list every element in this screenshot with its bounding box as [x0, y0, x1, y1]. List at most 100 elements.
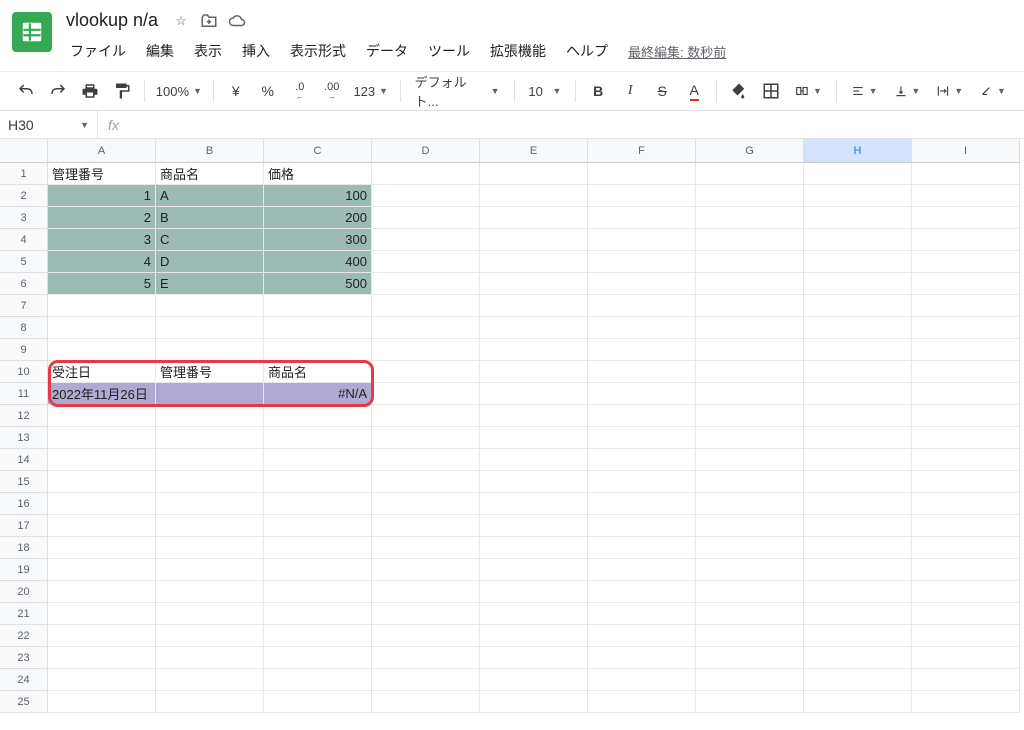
- cell[interactable]: [912, 647, 1020, 669]
- move-icon[interactable]: [200, 12, 218, 30]
- cell[interactable]: [912, 537, 1020, 559]
- cell[interactable]: [156, 691, 264, 713]
- cell[interactable]: [372, 515, 480, 537]
- print-button[interactable]: [76, 77, 104, 105]
- cell[interactable]: 500: [264, 273, 372, 295]
- row-header[interactable]: 25: [0, 691, 48, 713]
- row-header[interactable]: 4: [0, 229, 48, 251]
- cell[interactable]: [372, 581, 480, 603]
- row-header[interactable]: 12: [0, 405, 48, 427]
- cell[interactable]: [804, 229, 912, 251]
- cell[interactable]: 5: [48, 273, 156, 295]
- cell[interactable]: [588, 339, 696, 361]
- merge-cells-button[interactable]: ▼: [789, 77, 828, 105]
- cell[interactable]: [48, 581, 156, 603]
- cell[interactable]: [480, 669, 588, 691]
- cell[interactable]: [696, 449, 804, 471]
- cell[interactable]: [480, 295, 588, 317]
- cell[interactable]: [588, 317, 696, 339]
- cell[interactable]: [372, 559, 480, 581]
- row-header[interactable]: 24: [0, 669, 48, 691]
- row-header[interactable]: 13: [0, 427, 48, 449]
- cell[interactable]: 400: [264, 251, 372, 273]
- cell[interactable]: [264, 427, 372, 449]
- cell[interactable]: [48, 669, 156, 691]
- cell[interactable]: [372, 471, 480, 493]
- row-header[interactable]: 16: [0, 493, 48, 515]
- cell[interactable]: 価格: [264, 163, 372, 185]
- cell[interactable]: [156, 339, 264, 361]
- cell[interactable]: [156, 405, 264, 427]
- cell[interactable]: [588, 383, 696, 405]
- bold-button[interactable]: B: [584, 77, 612, 105]
- cell[interactable]: [696, 471, 804, 493]
- menu-tools[interactable]: ツール: [420, 37, 478, 65]
- cell[interactable]: [804, 493, 912, 515]
- cell[interactable]: [372, 449, 480, 471]
- cell[interactable]: [696, 669, 804, 691]
- row-header[interactable]: 18: [0, 537, 48, 559]
- cell[interactable]: [696, 185, 804, 207]
- cell[interactable]: [156, 669, 264, 691]
- cell[interactable]: [372, 163, 480, 185]
- cell[interactable]: [48, 295, 156, 317]
- cell[interactable]: 商品名: [264, 361, 372, 383]
- cell[interactable]: 100: [264, 185, 372, 207]
- cell[interactable]: [804, 273, 912, 295]
- cell[interactable]: [804, 647, 912, 669]
- cell[interactable]: [912, 691, 1020, 713]
- undo-button[interactable]: [12, 77, 40, 105]
- cell[interactable]: [804, 625, 912, 647]
- cell[interactable]: [372, 647, 480, 669]
- cell[interactable]: [588, 185, 696, 207]
- row-header[interactable]: 22: [0, 625, 48, 647]
- row-header[interactable]: 1: [0, 163, 48, 185]
- cell[interactable]: [912, 229, 1020, 251]
- cell[interactable]: [156, 559, 264, 581]
- menu-format[interactable]: 表示形式: [282, 37, 354, 65]
- cell[interactable]: [480, 449, 588, 471]
- cell[interactable]: [912, 185, 1020, 207]
- cell[interactable]: [372, 229, 480, 251]
- col-header[interactable]: C: [264, 139, 372, 163]
- row-header[interactable]: 8: [0, 317, 48, 339]
- cell[interactable]: [804, 471, 912, 493]
- col-header[interactable]: I: [912, 139, 1020, 163]
- cell[interactable]: [480, 537, 588, 559]
- cell[interactable]: [480, 229, 588, 251]
- cell[interactable]: [480, 471, 588, 493]
- cell[interactable]: [48, 427, 156, 449]
- row-header[interactable]: 14: [0, 449, 48, 471]
- menu-view[interactable]: 表示: [186, 37, 230, 65]
- cell[interactable]: [48, 647, 156, 669]
- cell[interactable]: [156, 603, 264, 625]
- cell[interactable]: [264, 581, 372, 603]
- cell[interactable]: [156, 537, 264, 559]
- cell[interactable]: [48, 625, 156, 647]
- cell[interactable]: [156, 625, 264, 647]
- cell[interactable]: [480, 581, 588, 603]
- cell[interactable]: [696, 537, 804, 559]
- cell[interactable]: [804, 603, 912, 625]
- cell[interactable]: [804, 207, 912, 229]
- cell[interactable]: [588, 559, 696, 581]
- cell[interactable]: 1: [48, 185, 156, 207]
- row-header[interactable]: 20: [0, 581, 48, 603]
- cell[interactable]: 2022年11月26日: [48, 383, 156, 405]
- cell[interactable]: [696, 163, 804, 185]
- cell[interactable]: [264, 405, 372, 427]
- italic-button[interactable]: I: [616, 77, 644, 105]
- cell[interactable]: [588, 295, 696, 317]
- cell[interactable]: [804, 669, 912, 691]
- cell[interactable]: [588, 229, 696, 251]
- cell[interactable]: [372, 339, 480, 361]
- borders-button[interactable]: [757, 77, 785, 105]
- v-align-button[interactable]: ▼: [888, 77, 927, 105]
- cell[interactable]: [588, 515, 696, 537]
- cell[interactable]: [912, 449, 1020, 471]
- cell[interactable]: [372, 383, 480, 405]
- select-all-corner[interactable]: [0, 139, 48, 163]
- cell[interactable]: [804, 449, 912, 471]
- cell[interactable]: [156, 383, 264, 405]
- cell[interactable]: [696, 251, 804, 273]
